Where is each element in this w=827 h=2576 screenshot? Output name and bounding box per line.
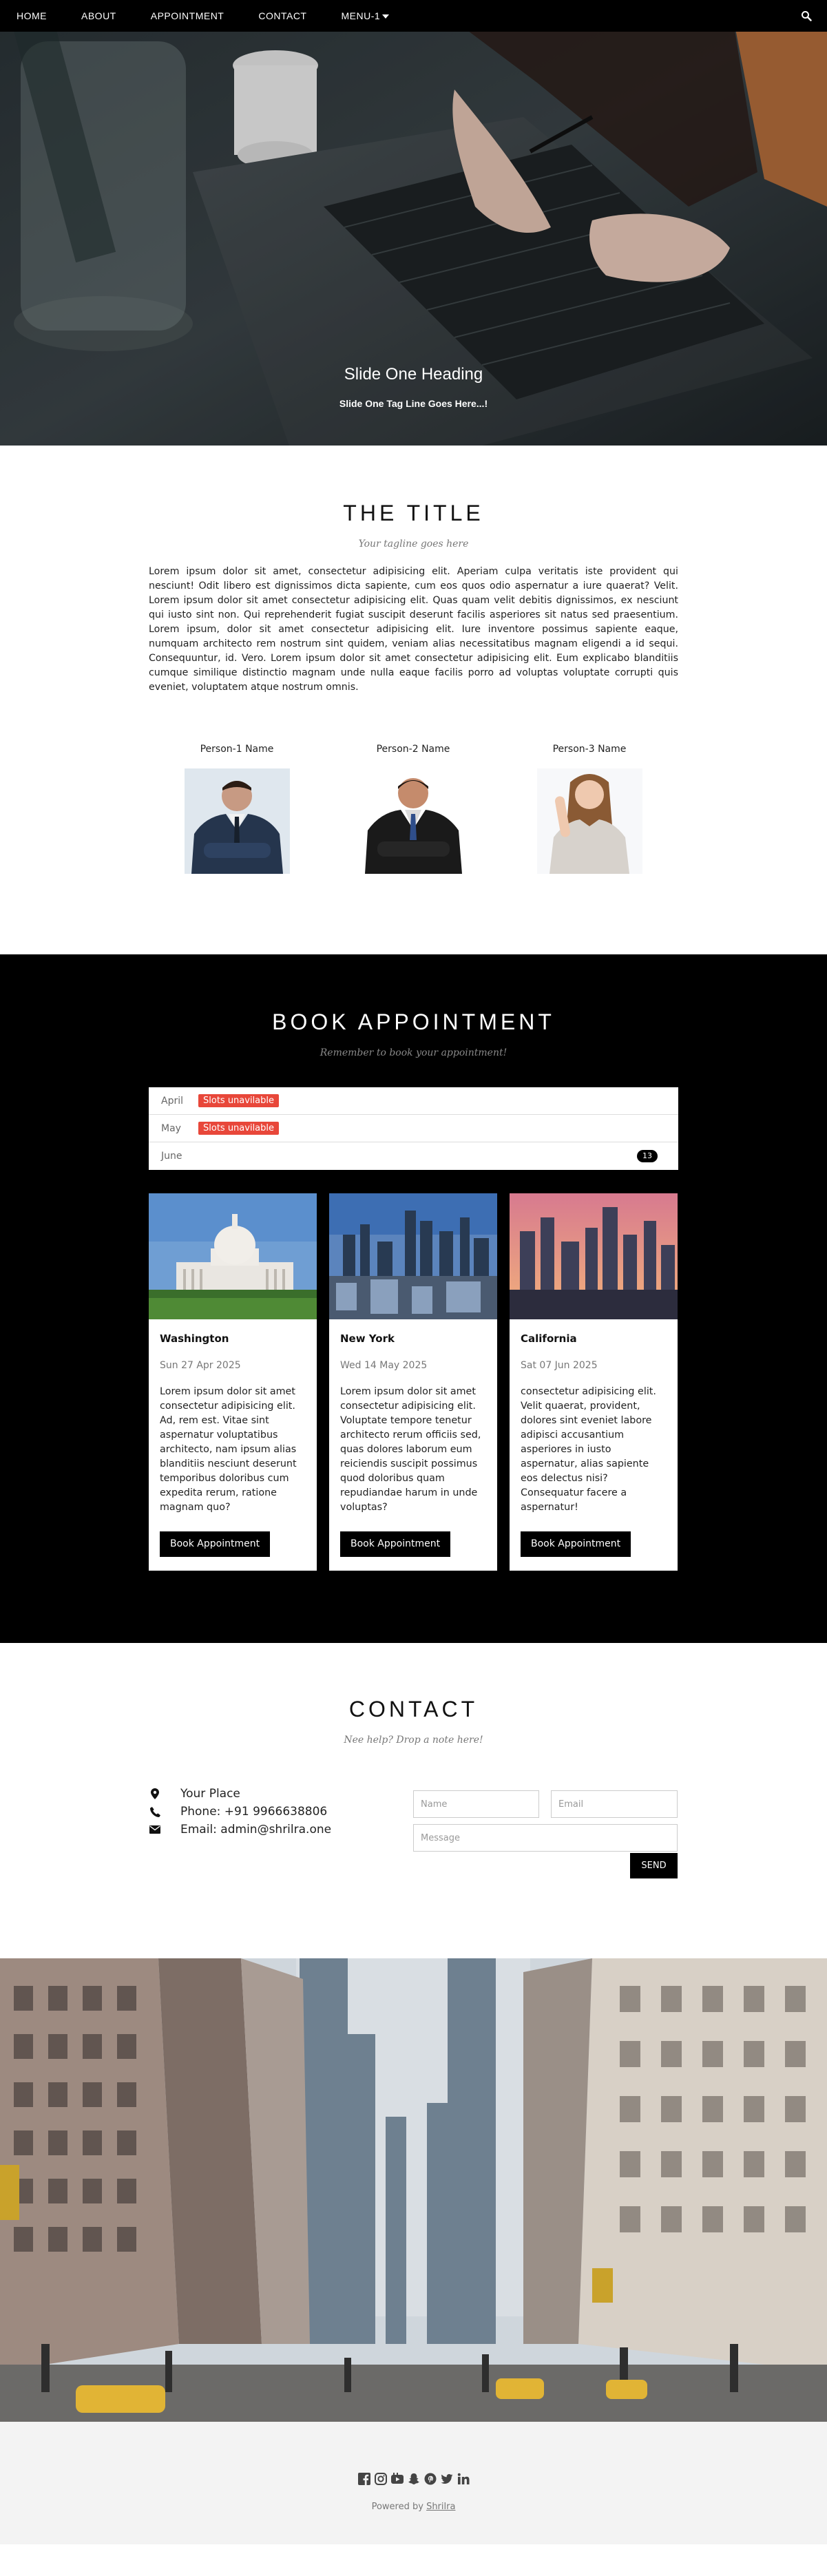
section-title: CONTACT [348,1697,479,1721]
appointment-card: Washington Sun 27 Apr 2025 Lorem ipsum d… [149,1193,317,1571]
person-card: Person-3 Name [521,744,658,874]
appointment-section: BOOK APPOINTMENT Remember to book your a… [0,954,827,1643]
footer: Powered by Shrilra [0,2422,827,2544]
email-text: Email: admin@shrilra.one [180,1823,332,1836]
card-title: New York [340,1332,395,1345]
appointment-card: New York Wed 14 May 2025 Lorem ipsum dol… [329,1193,497,1571]
month-row-may[interactable]: May Slots unavilable [149,1115,678,1142]
email-field[interactable] [551,1790,678,1818]
hero-tagline: Slide One Tag Line Goes Here...! [339,398,488,409]
status-badge: Slots unavilable [198,1094,280,1107]
person-name: Person-2 Name [376,744,450,755]
person-card: Person-1 Name [168,744,306,874]
section-tagline: Nee help? Drop a note here! [344,1735,483,1746]
status-badge: Slots unavilable [198,1122,280,1135]
section-tagline: Your tagline goes here [358,538,469,549]
nav-about[interactable]: ABOUT [81,10,116,21]
month-slot-list: April Slots unavilable May Slots unavila… [149,1087,678,1170]
linkedin-icon[interactable] [457,2472,470,2486]
caret-down-icon [382,14,390,19]
card-title: Washington [160,1332,229,1345]
contact-place: Your Place [149,1785,331,1803]
pinterest-icon[interactable] [423,2472,437,2486]
powered-prefix: Powered by [371,2502,423,2512]
card-text: consectetur adipisicing elit. Velit quae… [521,1386,656,1513]
search-icon[interactable] [801,10,812,21]
card-title: California [521,1332,577,1345]
top-navbar: HOME ABOUT APPOINTMENT CONTACT MENU-1 [0,0,827,32]
city-street-image [0,1958,827,2422]
map-marker-icon [149,1788,161,1800]
person-photo [360,768,466,874]
powered-by: Powered by Shrilra [0,2502,827,2512]
about-paragraph: Lorem ipsum dolor sit amet, consectetur … [149,566,678,693]
contact-section: CONTACT Nee help? Drop a note here! Your… [0,1643,827,1958]
book-appointment-button[interactable]: Book Appointment [160,1531,271,1557]
person-name: Person-3 Name [552,744,627,755]
contact-phone: Phone: +91 9966638806 [149,1803,331,1821]
person-name: Person-1 Name [200,744,274,755]
message-field[interactable] [413,1824,678,1852]
section-title: BOOK APPOINTMENT [272,1009,555,1034]
book-appointment-button[interactable]: Book Appointment [521,1531,631,1557]
month-row-june[interactable]: June 13 [149,1142,678,1170]
envelope-icon [149,1823,161,1836]
appointment-card: California Sat 07 Jun 2025 consectetur a… [510,1193,678,1571]
section-tagline: Remember to book your appointment! [320,1047,507,1058]
person-photo [536,768,642,874]
card-date: Sat 07 Jun 2025 [521,1360,598,1371]
nav-contact[interactable]: CONTACT [258,10,306,21]
instagram-icon[interactable] [374,2472,388,2486]
twitter-icon[interactable] [440,2472,454,2486]
city-banner-image [0,1958,827,2422]
month-name: May [161,1122,181,1134]
hero-heading: Slide One Heading [344,365,483,384]
washington-image [149,1193,317,1319]
book-appointment-button[interactable]: Book Appointment [340,1531,451,1557]
card-date: Wed 14 May 2025 [340,1360,428,1371]
nav-menu-1-label: MENU-1 [341,10,381,21]
social-links [0,2472,827,2486]
month-name: June [161,1151,182,1162]
phone-text: Phone: +91 9966638806 [180,1805,328,1819]
card-text: Lorem ipsum dolor sit amet consectetur a… [340,1386,481,1513]
snapchat-icon[interactable] [407,2472,421,2486]
name-field[interactable] [413,1790,539,1818]
section-title: THE TITLE [343,501,484,525]
california-image [510,1193,678,1319]
place-text: Your Place [180,1787,240,1801]
powered-by-link[interactable]: Shrilra [426,2502,455,2512]
facebook-icon[interactable] [357,2472,371,2486]
month-name: April [161,1095,183,1107]
phone-icon [149,1805,161,1818]
nav-appointment[interactable]: APPOINTMENT [151,10,224,21]
nav-home[interactable]: HOME [17,10,47,21]
person-card: Person-2 Name [344,744,482,874]
slot-count-badge: 13 [637,1150,658,1162]
month-row-april[interactable]: April Slots unavilable [149,1087,678,1115]
about-section: THE TITLE Your tagline goes here Lorem i… [0,446,827,954]
contact-details: Your Place Phone: +91 9966638806 Email: … [149,1785,331,1839]
hero-slider: Slide One Heading Slide One Tag Line Goe… [0,0,827,446]
send-button[interactable]: SEND [630,1853,678,1878]
card-text: Lorem ipsum dolor sit amet consectetur a… [160,1386,297,1513]
youtube-icon[interactable] [390,2472,404,2486]
nav-menu-1-dropdown[interactable]: MENU-1 [341,10,390,21]
new-york-image [329,1193,497,1319]
person-photo [184,768,290,874]
card-date: Sun 27 Apr 2025 [160,1360,241,1371]
nav-menu: HOME ABOUT APPOINTMENT CONTACT MENU-1 [0,10,423,21]
contact-email: Email: admin@shrilra.one [149,1821,331,1839]
